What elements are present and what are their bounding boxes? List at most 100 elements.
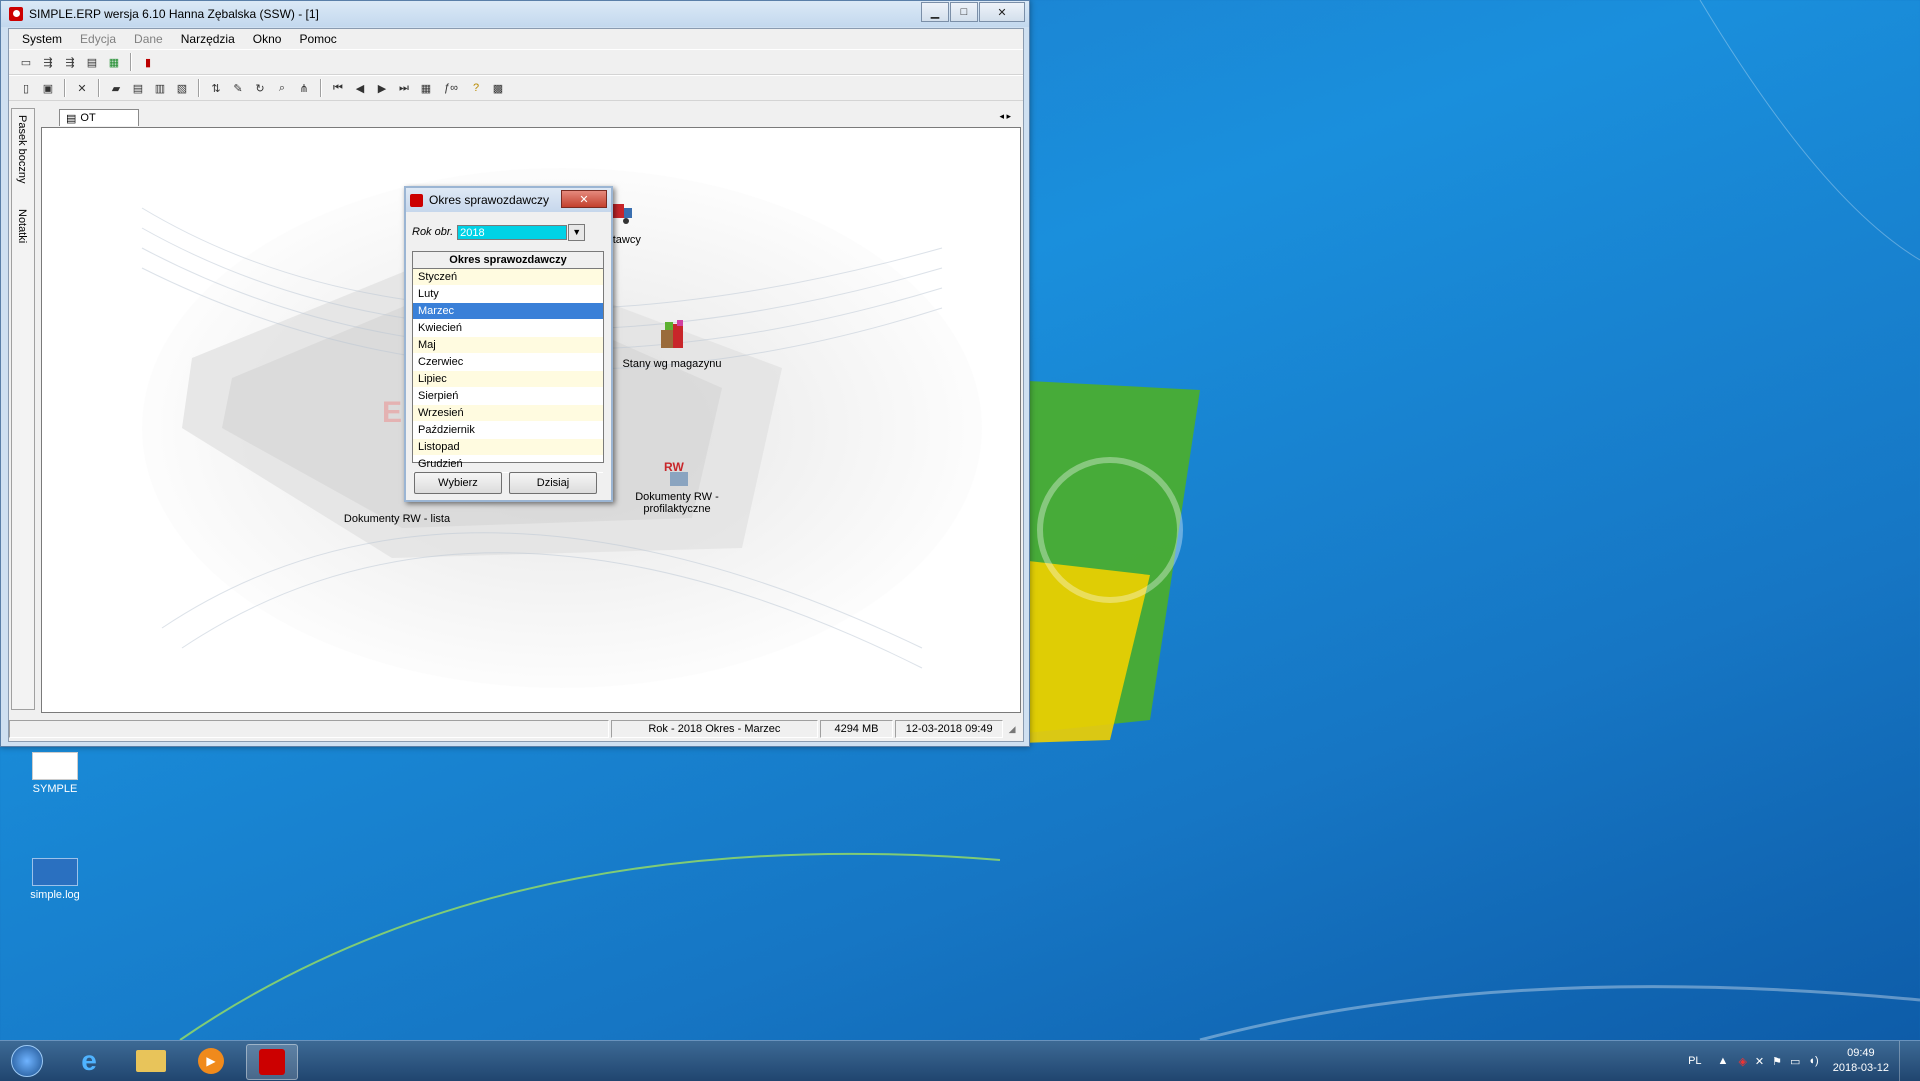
- maximize-button[interactable]: □: [950, 2, 978, 22]
- calendar-icon[interactable]: ▦: [418, 80, 434, 96]
- network-x-icon[interactable]: ✕: [1755, 1055, 1764, 1068]
- clock[interactable]: 09:49 2018-03-12: [1833, 1046, 1889, 1076]
- exit-icon[interactable]: ▮: [140, 54, 156, 70]
- list-item[interactable]: Grudzień: [413, 456, 603, 473]
- help-icon[interactable]: ?: [468, 80, 484, 96]
- close-icon: ✕: [997, 6, 1007, 19]
- refresh-icon[interactable]: ↻: [252, 80, 268, 96]
- list-item[interactable]: Maj: [413, 337, 603, 354]
- notes-toggle[interactable]: Notatki: [16, 209, 28, 243]
- list-item[interactable]: Wrzesień: [413, 405, 603, 422]
- minimize-button[interactable]: ▁: [921, 2, 949, 22]
- first-record-icon[interactable]: ⏮: [330, 80, 346, 96]
- new-doc-icon[interactable]: ▯: [18, 80, 34, 96]
- open-icon[interactable]: ▰: [108, 80, 124, 96]
- antivirus-icon[interactable]: ◈: [1738, 1055, 1746, 1068]
- close-button[interactable]: ✕: [979, 2, 1025, 22]
- list-header[interactable]: Okres sprawozdawczy: [413, 252, 603, 269]
- tree-icon[interactable]: ⇶: [40, 54, 56, 70]
- log-file-icon: [32, 858, 78, 886]
- shortcut-stany-label: Stany wg magazynu: [622, 358, 722, 370]
- volume-icon[interactable]: ◖): [1808, 1055, 1818, 1067]
- taskbar-ie[interactable]: e: [64, 1044, 114, 1078]
- calculator-icon[interactable]: ▩: [490, 80, 506, 96]
- menu-dane[interactable]: Dane: [125, 32, 172, 46]
- desktop-icon-symple[interactable]: SYMPLE: [20, 752, 90, 795]
- window-icon[interactable]: ▭: [18, 54, 34, 70]
- menu-edycja[interactable]: Edycja: [71, 32, 125, 46]
- rok-select[interactable]: 2018: [457, 224, 568, 240]
- list-item[interactable]: Lipiec: [413, 371, 603, 388]
- prev-record-icon[interactable]: ◀: [352, 80, 368, 96]
- start-button[interactable]: [2, 1044, 52, 1078]
- resize-grip-icon[interactable]: ◢: [1005, 721, 1019, 737]
- chevron-down-icon[interactable]: ▼: [568, 223, 586, 241]
- function-icon[interactable]: ƒ∞: [440, 80, 462, 96]
- doc-icon: ▤: [66, 112, 77, 125]
- shortcut-rw-profil[interactable]: RW Dokumenty RW - profilaktyczne: [607, 460, 747, 515]
- sort-icon[interactable]: ⇅: [208, 80, 224, 96]
- show-desktop-button[interactable]: [1899, 1041, 1910, 1081]
- dialog-titlebar[interactable]: Okres sprawozdawczy ✕: [406, 188, 611, 212]
- clock-date: 2018-03-12: [1832, 1062, 1889, 1074]
- list-item[interactable]: Sierpień: [413, 388, 603, 405]
- tab-strip: ▤ OT ◂ ▸: [37, 107, 1017, 127]
- filter-icon[interactable]: ⋔: [296, 80, 312, 96]
- status-memory: 4294 MB: [819, 720, 894, 738]
- preview-icon[interactable]: ▥: [152, 80, 168, 96]
- action-center-icon[interactable]: ⚑: [1772, 1055, 1782, 1068]
- language-indicator[interactable]: PL: [1688, 1055, 1701, 1067]
- save-icon[interactable]: ▣: [40, 80, 56, 96]
- list-item[interactable]: Styczeń: [413, 269, 603, 286]
- status-datetime: 12-03-2018 09:49: [895, 720, 1004, 738]
- status-bar: Rok - 2018 Okres - Marzec 4294 MB 12-03-…: [9, 719, 1021, 739]
- last-record-icon[interactable]: ⏭: [396, 80, 412, 96]
- desktop-icon-simplelog[interactable]: simple.log: [20, 858, 90, 901]
- list-item[interactable]: Październik: [413, 422, 603, 439]
- taskbar-simple-erp[interactable]: [246, 1044, 298, 1080]
- menu-okno[interactable]: Okno: [244, 32, 291, 46]
- menu-system[interactable]: System: [13, 32, 71, 46]
- window-titlebar[interactable]: SIMPLE.ERP wersja 6.10 Hanna Zębalska (S…: [1, 1, 1029, 27]
- toolbar-separator: [64, 79, 66, 97]
- taskbar-media-player[interactable]: ▶: [186, 1044, 236, 1078]
- next-record-icon[interactable]: ▶: [374, 80, 390, 96]
- system-tray: PL ▲ ◈ ✕ ⚑ ▭ ◖) 09:49 2018-03-12: [1688, 1041, 1910, 1081]
- excel-icon[interactable]: ▦: [106, 54, 122, 70]
- list-item[interactable]: Kwiecień: [413, 320, 603, 337]
- wybierz-button[interactable]: Wybierz: [414, 472, 502, 494]
- dialog-close-button[interactable]: ✕: [561, 190, 607, 208]
- show-hidden-icons-icon[interactable]: ▲: [1718, 1055, 1729, 1067]
- desktop-icon-simplelog-label: simple.log: [30, 889, 80, 901]
- tab-scroll-arrows[interactable]: ◂ ▸: [999, 111, 1011, 122]
- desktop-icon-symple-label: SYMPLE: [32, 783, 78, 795]
- delete-icon[interactable]: ✕: [74, 80, 90, 96]
- list-item[interactable]: Luty: [413, 286, 603, 303]
- print-icon[interactable]: ▤: [130, 80, 146, 96]
- app-icon[interactable]: [9, 7, 23, 21]
- menu-narzedzia[interactable]: Narzędzia: [172, 32, 244, 46]
- maximize-icon: □: [960, 6, 968, 18]
- shortcut-rw-lista-label: Dokumenty RW - lista: [343, 513, 451, 525]
- find-icon[interactable]: ⌕: [274, 80, 290, 96]
- internet-explorer-icon: e: [81, 1045, 97, 1076]
- printer-icon[interactable]: ▤: [84, 54, 100, 70]
- list-item[interactable]: Listopad: [413, 439, 603, 456]
- toolbar-separator: [320, 79, 322, 97]
- toolbar-separator: [98, 79, 100, 97]
- minimize-icon: ▁: [930, 6, 940, 19]
- report-icon[interactable]: ▧: [174, 80, 190, 96]
- tab-ot[interactable]: ▤ OT: [59, 109, 139, 126]
- menu-pomoc[interactable]: Pomoc: [290, 32, 345, 46]
- shortcut-stany[interactable]: Stany wg magazynu: [602, 320, 742, 370]
- list-item[interactable]: Marzec: [413, 303, 603, 320]
- edit-icon[interactable]: ✎: [230, 80, 246, 96]
- status-panel-empty: [9, 720, 610, 738]
- tree-alt-icon[interactable]: ⇶: [62, 54, 78, 70]
- display-icon[interactable]: ▭: [1790, 1055, 1800, 1068]
- shortcut-rw-lista[interactable]: Dokumenty RW - lista: [322, 510, 472, 525]
- dzisiaj-button[interactable]: Dzisiaj: [509, 472, 597, 494]
- sidebar-toggle[interactable]: Pasek boczny: [16, 115, 28, 183]
- taskbar-explorer[interactable]: [126, 1044, 176, 1078]
- list-item[interactable]: Czerwiec: [413, 354, 603, 371]
